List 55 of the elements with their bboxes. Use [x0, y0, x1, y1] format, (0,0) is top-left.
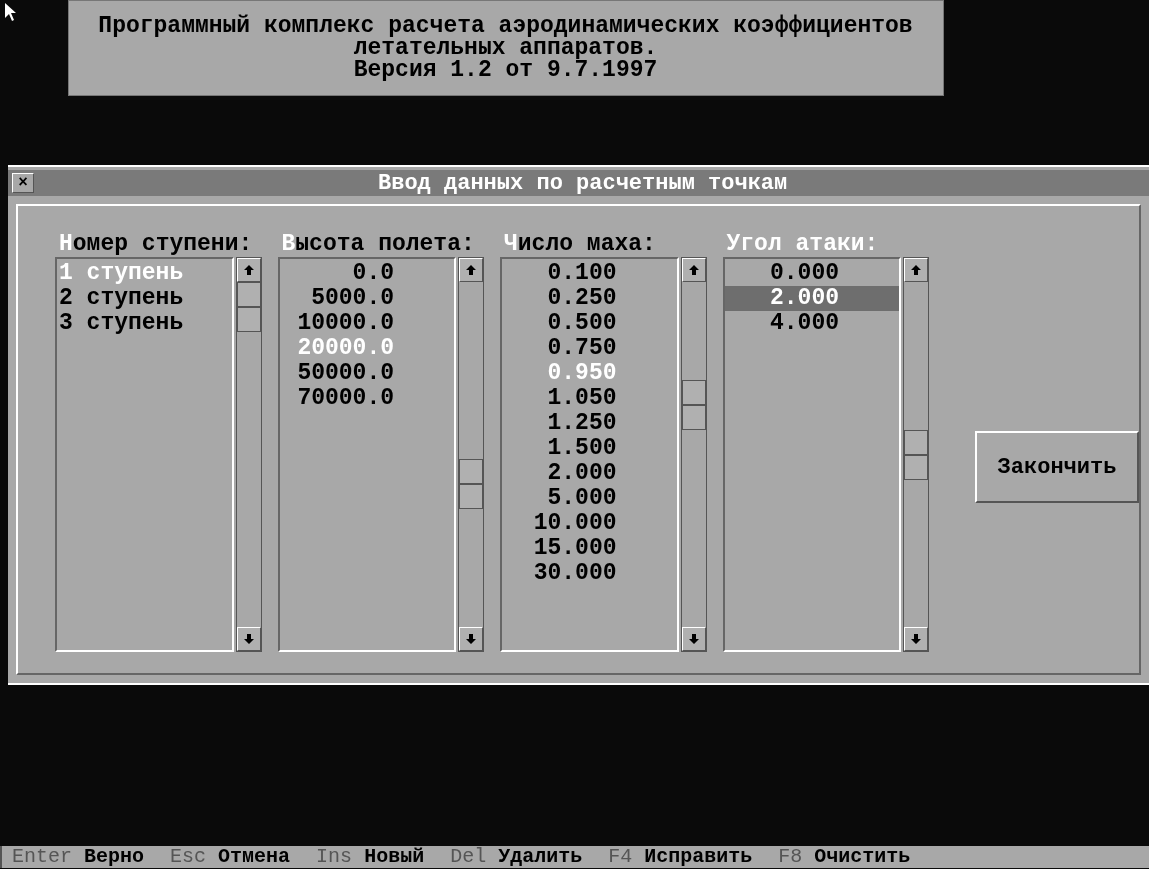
list-item[interactable]: 50000.0 — [279, 361, 454, 386]
scroll-up-icon[interactable] — [236, 258, 261, 282]
list-item[interactable]: 0.000 — [724, 261, 899, 286]
list-item[interactable]: 0.100 — [502, 261, 677, 286]
list-item[interactable]: 2.000 — [724, 286, 899, 311]
list-item[interactable]: 15.000 — [502, 536, 677, 561]
banner-text: Программный комплекс расчета аэродинамических коэффициентов — [98, 15, 913, 37]
list-item[interactable]: 1.500 — [502, 436, 677, 461]
list-item[interactable]: 0.500 — [502, 311, 677, 336]
scroll-up-icon[interactable] — [459, 258, 483, 282]
scroll-down-icon[interactable] — [904, 627, 928, 651]
list-item[interactable]: 3 ступень — [57, 311, 232, 336]
list-item[interactable]: 70000.0 — [279, 386, 454, 411]
scroll-thumb[interactable] — [904, 429, 928, 480]
scroll-thumb[interactable] — [236, 282, 261, 332]
status-command[interactable]: Esc Отмена — [170, 846, 291, 868]
list-item[interactable]: 0.250 — [502, 286, 677, 311]
scroll-thumb[interactable] — [459, 459, 483, 509]
list-item[interactable]: 4.000 — [724, 311, 899, 336]
list-item[interactable]: 30.000 — [502, 561, 677, 586]
list-item[interactable]: 5000.0 — [279, 286, 454, 311]
banner-text: Версия 1.2 от 9.7.1997 — [353, 59, 658, 81]
scroll-thumb[interactable] — [681, 380, 706, 431]
status-command[interactable]: Del Удалить — [450, 846, 583, 868]
scroll-down-icon[interactable] — [459, 627, 483, 651]
list-item[interactable]: 0.0 — [279, 261, 454, 286]
list-label: Номер ступени: — [58, 231, 254, 257]
scrollbar[interactable] — [458, 257, 484, 652]
list-label: Угол атаки: — [725, 231, 880, 257]
list-label: Число маха: — [503, 231, 657, 257]
list-item[interactable]: 0.750 — [502, 336, 677, 361]
list-item[interactable]: 1.050 — [502, 386, 677, 411]
scroll-down-icon[interactable] — [681, 627, 706, 651]
list-label: Высота полета: — [280, 231, 476, 257]
banner-text: летательных аппаратов. — [353, 37, 658, 59]
status-command[interactable]: Ins Новый — [316, 846, 425, 868]
list-item[interactable]: 2.000 — [502, 461, 677, 486]
scroll-up-icon[interactable] — [681, 258, 706, 282]
scrollbar[interactable] — [680, 257, 707, 652]
dialog-title: Ввод данных по расчетным точкам — [378, 169, 788, 198]
list-item[interactable]: 5.000 — [502, 486, 677, 511]
scroll-down-icon[interactable] — [236, 627, 261, 651]
list-item[interactable]: 10000.0 — [279, 311, 454, 336]
list-item[interactable]: 2 ступень — [57, 286, 232, 311]
list-item[interactable]: 1.250 — [502, 411, 677, 436]
close-button[interactable]: × — [12, 173, 34, 193]
scroll-up-icon[interactable] — [904, 258, 928, 282]
mouse-cursor-icon — [4, 2, 18, 22]
status-command[interactable]: F4 Исправить — [608, 846, 753, 868]
scrollbar[interactable] — [235, 257, 262, 652]
status-command[interactable]: F8 Очистить — [778, 846, 911, 868]
finish-button[interactable]: Закончить — [975, 431, 1139, 503]
status-command[interactable]: Enter Верно — [12, 846, 145, 868]
list-item[interactable]: 10.000 — [502, 511, 677, 536]
scrollbar[interactable] — [903, 257, 929, 652]
